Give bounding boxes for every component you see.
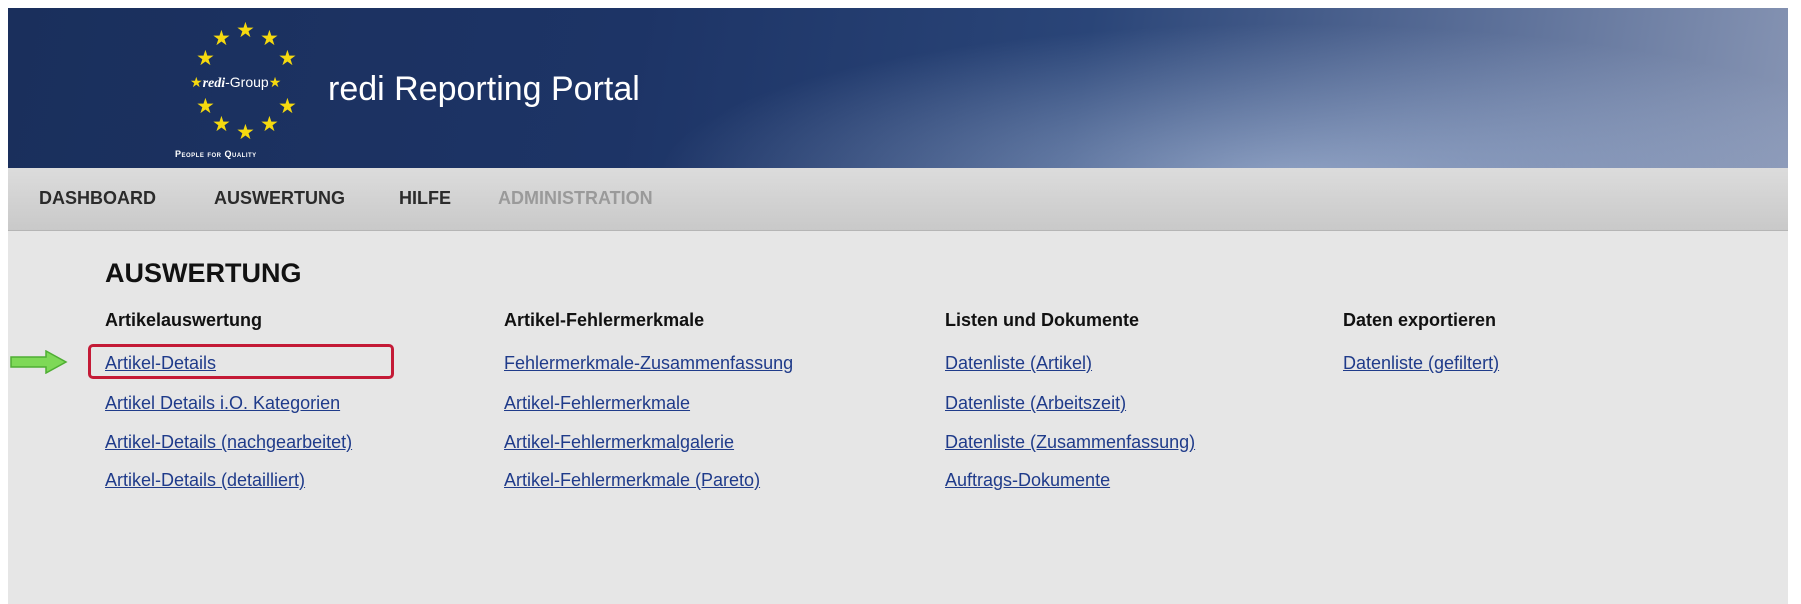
header-banner: ★ ★ ★ ★ ★ ★ ★ ★ ★ ★ ★redi-Group★ People … [8, 8, 1788, 168]
link-fehlermerkmale-zusammenfassung[interactable]: Fehlermerkmale-Zusammenfassung [504, 353, 793, 374]
star-icon: ★ [260, 26, 279, 50]
star-icon: ★ [278, 94, 297, 118]
link-datenliste-zusammenfassung[interactable]: Datenliste (Zusammenfassung) [945, 432, 1195, 453]
column-title-listen-und-dokumente: Listen und Dokumente [945, 310, 1140, 330]
page-title: AUSWERTUNG [105, 258, 302, 288]
nav-auswertung[interactable]: AUSWERTUNG [214, 188, 345, 209]
star-icon: ★ [260, 112, 279, 136]
page-frame: ★ ★ ★ ★ ★ ★ ★ ★ ★ ★ ★redi-Group★ People … [8, 8, 1788, 604]
logo-tagline: People for Quality [175, 149, 257, 159]
main-nav: DASHBOARD AUSWERTUNG HILFE ADMINISTRATIO… [8, 168, 1788, 231]
star-icon: ★ [212, 112, 231, 136]
star-icon: ★ [190, 74, 203, 90]
star-icon: ★ [236, 18, 255, 42]
nav-dashboard[interactable]: DASHBOARD [39, 188, 156, 209]
link-artikel-details-io-kategorien[interactable]: Artikel Details i.O. Kategorien [105, 393, 340, 414]
link-artikel-details-detailliert[interactable]: Artikel-Details (detailliert) [105, 470, 305, 491]
link-artikel-details-nachgearbeitet[interactable]: Artikel-Details (nachgearbeitet) [105, 432, 352, 453]
nav-hilfe[interactable]: HILFE [399, 188, 451, 209]
arrow-right-icon [10, 350, 68, 374]
nav-administration: ADMINISTRATION [498, 188, 653, 208]
link-datenliste-arbeitszeit[interactable]: Datenliste (Arbeitszeit) [945, 393, 1126, 414]
link-artikel-fehlermerkmale[interactable]: Artikel-Fehlermerkmale [504, 393, 690, 414]
logo-brand-rest: -Group [225, 74, 269, 90]
link-auftrags-dokumente[interactable]: Auftrags-Dokumente [945, 470, 1110, 491]
star-icon: ★ [196, 46, 215, 70]
redi-group-logo[interactable]: ★ ★ ★ ★ ★ ★ ★ ★ ★ ★ ★redi-Group★ [178, 16, 318, 166]
star-icon: ★ [278, 46, 297, 70]
star-icon: ★ [236, 120, 255, 144]
logo-wordmark: ★redi-Group★ [190, 74, 281, 92]
link-artikel-fehlermerkmalgalerie[interactable]: Artikel-Fehlermerkmalgalerie [504, 432, 734, 453]
column-title-artikel-fehlermerkmale: Artikel-Fehlermerkmale [504, 310, 705, 330]
highlight-box [88, 344, 394, 379]
link-artikel-fehlermerkmale-pareto[interactable]: Artikel-Fehlermerkmale (Pareto) [504, 470, 760, 491]
link-datenliste-artikel[interactable]: Datenliste (Artikel) [945, 353, 1092, 374]
column-title-artikelauswertung: Artikelauswertung [105, 310, 263, 330]
column-title-daten-exportieren: Daten exportieren [1343, 310, 1497, 330]
link-datenliste-gefiltert[interactable]: Datenliste (gefiltert) [1343, 353, 1499, 374]
logo-brand-italic: redi [202, 76, 226, 91]
portal-title: redi Reporting Portal [328, 70, 640, 108]
star-icon: ★ [268, 74, 282, 90]
